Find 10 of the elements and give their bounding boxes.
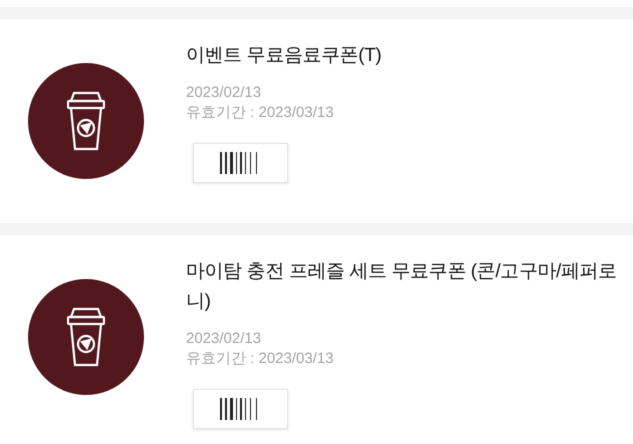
barcode-button[interactable] xyxy=(193,143,288,183)
issue-date: 2023/02/13 xyxy=(186,83,262,103)
barcode-button[interactable] xyxy=(193,389,288,429)
validity-date: 유효기간 : 2023/03/13 xyxy=(186,349,334,369)
cup-icon xyxy=(67,307,105,367)
coupon-title: 마이탐 충전 프레즐 세트 무료쿠폰 (콘/고구마/페퍼로니) xyxy=(186,260,618,314)
cup-icon xyxy=(67,91,105,151)
issue-date: 2023/02/13 xyxy=(186,329,262,349)
coupon-title: 이벤트 무료음료쿠폰(T) xyxy=(186,44,382,68)
validity-date: 유효기간 : 2023/03/13 xyxy=(186,103,334,123)
